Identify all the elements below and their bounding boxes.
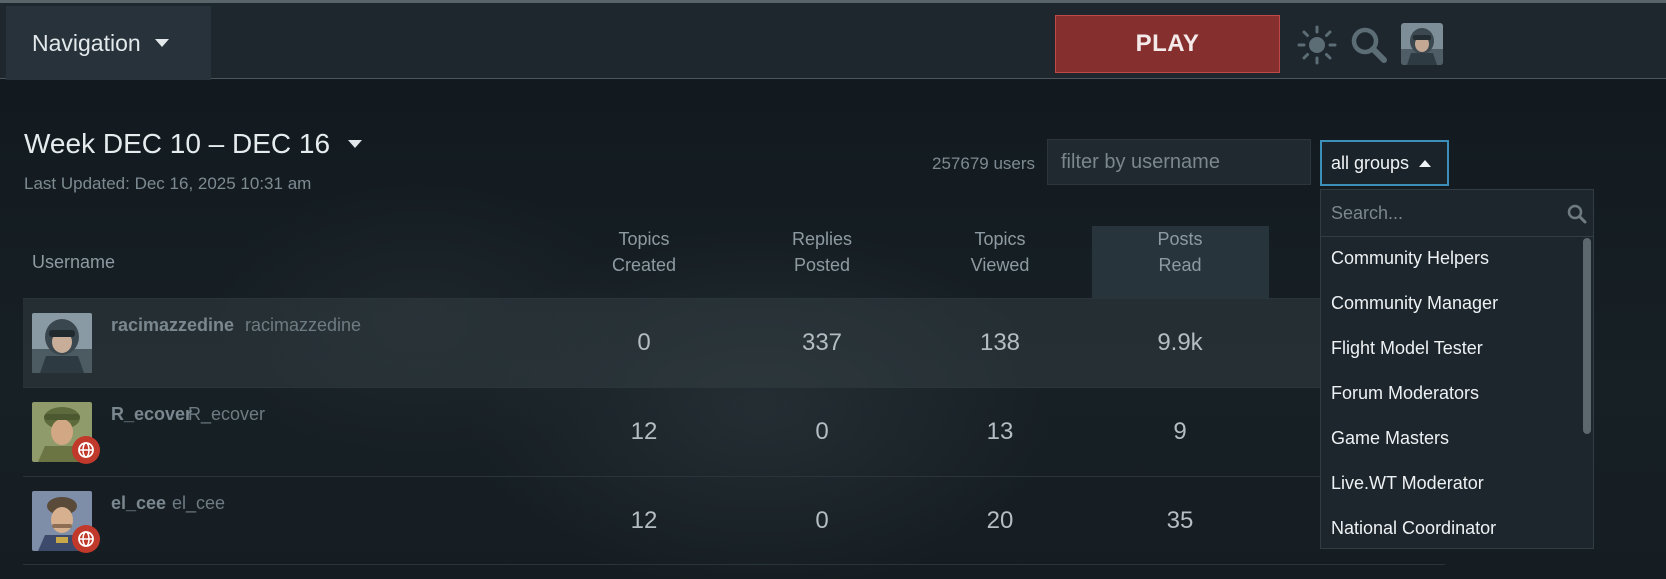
table-row: R_ecover R_ecover 12 0 13 9 [23, 387, 1445, 476]
navigation-label: Navigation [32, 29, 141, 56]
week-selector[interactable]: Week DEC 10 – DEC 16 [24, 128, 363, 160]
topics-viewed-value: 20 [986, 507, 1014, 534]
username-link[interactable]: el_cee [111, 493, 166, 514]
replies-posted-value: 337 [801, 329, 843, 356]
groups-search-input[interactable] [1321, 190, 1561, 236]
groups-select-label: all groups [1331, 152, 1410, 173]
globe-icon [72, 525, 100, 553]
group-option[interactable]: Game Masters [1331, 428, 1449, 449]
posts-read-value: 35 [1166, 507, 1194, 534]
column-header-topics-viewed[interactable]: Topics Viewed [912, 226, 1088, 278]
replies-posted-value: 0 [815, 418, 829, 445]
username-link[interactable]: racimazzedine [111, 315, 234, 336]
chevron-down-icon [348, 140, 363, 148]
avatar[interactable] [32, 313, 92, 373]
user-avatar[interactable] [1401, 23, 1443, 65]
topics-created-value: 12 [630, 507, 658, 534]
group-option[interactable]: Forum Moderators [1331, 383, 1479, 404]
user-count: 257679 users [932, 154, 1036, 173]
scrollbar-thumb[interactable] [1583, 238, 1591, 434]
posts-read-value: 9.9k [1157, 329, 1203, 356]
groups-dropdown: Community Helpers Community Manager Flig… [1320, 189, 1594, 549]
last-updated-text: Last Updated: Dec 16, 2025 10:31 am [24, 174, 312, 193]
search-icon [1567, 204, 1587, 224]
column-header-username[interactable]: Username [32, 249, 115, 275]
posts-read-value: 9 [1173, 418, 1187, 445]
group-option[interactable]: Flight Model Tester [1331, 338, 1483, 359]
table-row: racimazzedine racimazzedine 0 337 138 9.… [23, 298, 1445, 387]
user-display-name: racimazzedine [245, 315, 362, 335]
dropdown-scrollbar[interactable] [1583, 238, 1591, 548]
chevron-up-icon [1419, 159, 1432, 167]
topics-viewed-value: 13 [986, 418, 1014, 445]
user-display-name: R_ecover [188, 404, 266, 424]
topics-created-value: 0 [637, 329, 651, 356]
top-header: Navigation PLAY [0, 0, 1666, 80]
globe-icon [72, 436, 100, 464]
group-option[interactable]: National Coordinator [1331, 518, 1496, 539]
topics-created-value: 12 [630, 418, 658, 445]
column-header-posts-read[interactable]: Posts Read [1092, 226, 1268, 278]
column-header-replies-posted[interactable]: Replies Posted [734, 226, 910, 278]
play-button[interactable]: PLAY [1055, 15, 1280, 73]
username-link[interactable]: R_ecover [111, 404, 192, 425]
navigation-menu-button[interactable]: Navigation [6, 6, 211, 80]
group-option[interactable]: Community Manager [1331, 293, 1498, 314]
group-option[interactable]: Live.WT Moderator [1331, 473, 1484, 494]
group-option[interactable]: Community Helpers [1331, 248, 1489, 269]
groups-select-button[interactable]: all groups [1320, 140, 1449, 186]
week-title-label: Week DEC 10 – DEC 16 [24, 128, 331, 159]
sun-icon[interactable] [1296, 24, 1338, 66]
column-header-topics-created[interactable]: Topics Created [556, 226, 732, 278]
topics-viewed-value: 138 [979, 329, 1021, 356]
user-display-name: el_cee [172, 493, 226, 513]
replies-posted-value: 0 [815, 507, 829, 534]
filter-username-input[interactable] [1047, 139, 1311, 185]
search-icon[interactable] [1348, 24, 1390, 66]
table-row: el_cee el_cee 12 0 20 35 [23, 476, 1445, 565]
groups-search-box [1321, 190, 1593, 237]
chevron-down-icon [154, 39, 169, 47]
